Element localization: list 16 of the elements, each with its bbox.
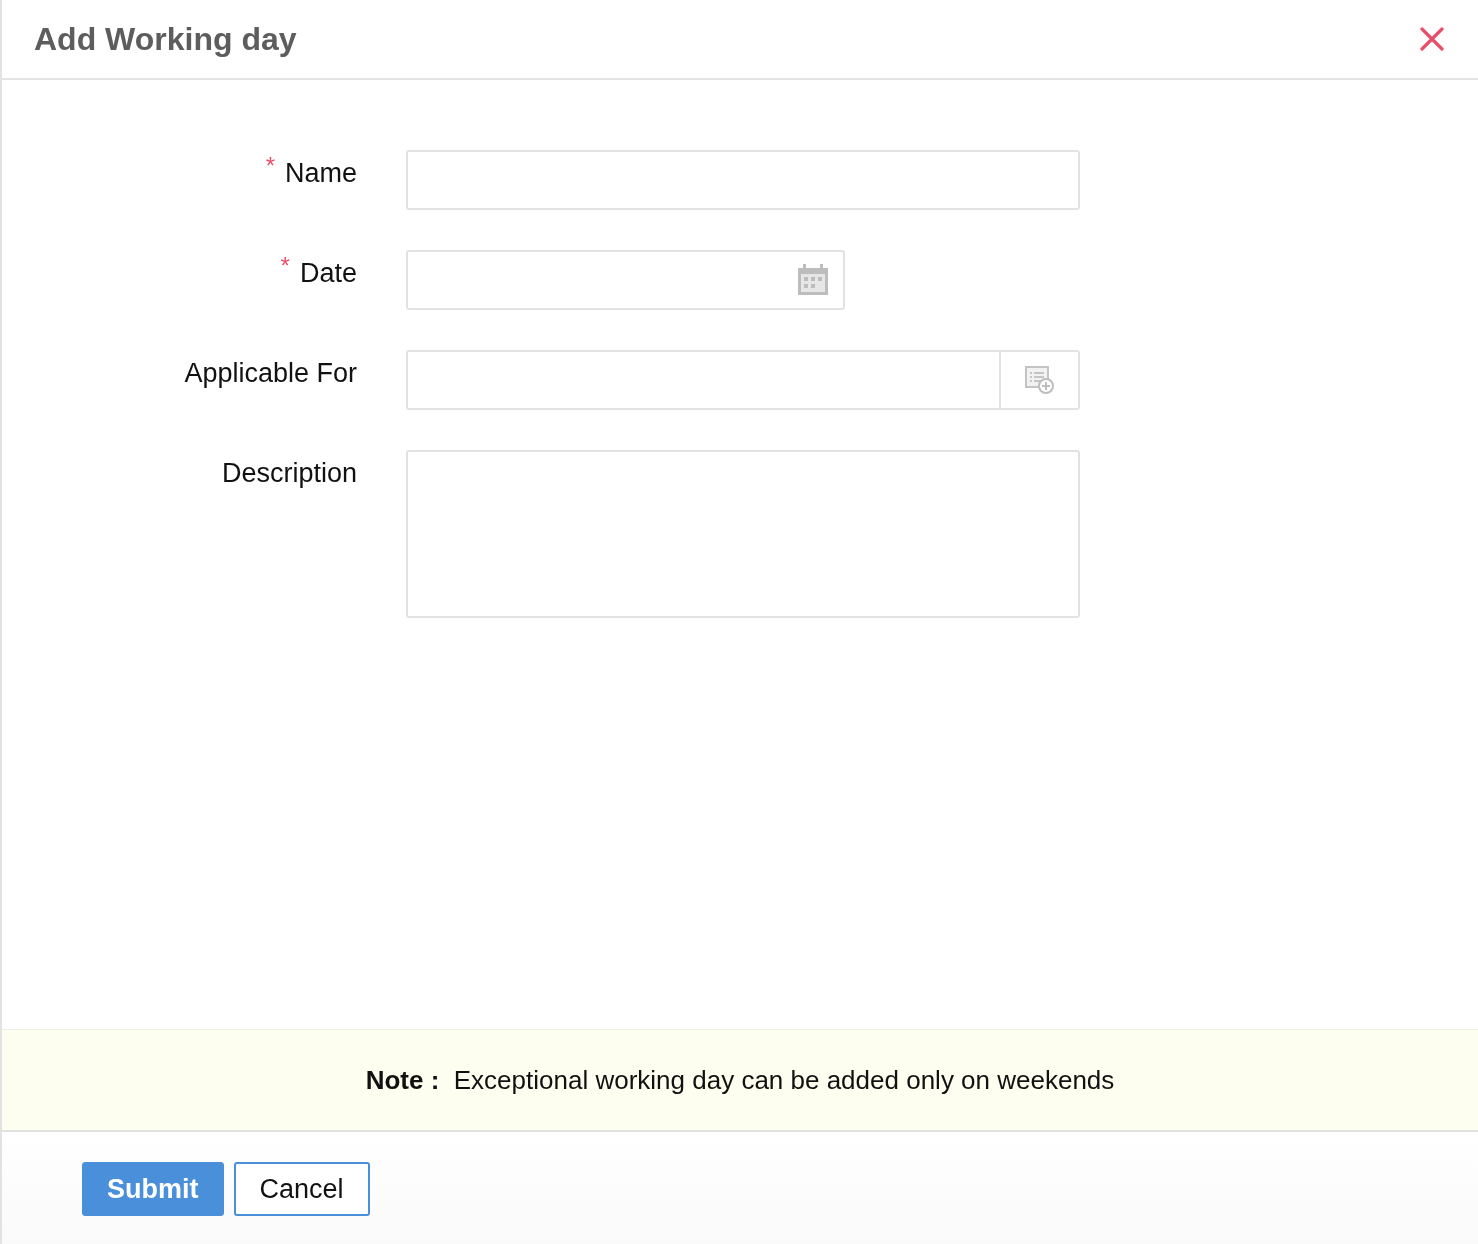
date-field[interactable]	[406, 250, 845, 310]
field-label: Applicable For	[184, 358, 357, 389]
cancel-button[interactable]: Cancel	[233, 1162, 370, 1216]
lookup-field[interactable]	[406, 350, 1080, 410]
required-mark: *	[265, 152, 275, 181]
close-icon[interactable]	[1420, 27, 1444, 51]
field-label: Name	[284, 158, 357, 189]
required-mark: *	[280, 252, 290, 281]
note-text: Note : Exceptional working day can be added only on weekends	[365, 1064, 1115, 1096]
list-add-icon[interactable]	[1024, 365, 1055, 395]
field-label: Description	[221, 458, 357, 489]
description-field[interactable]	[406, 450, 1080, 618]
field-label: Date	[299, 258, 357, 289]
calendar-icon[interactable]	[797, 264, 829, 296]
name-field[interactable]	[406, 150, 1080, 210]
dialog-title: Add Working day	[34, 20, 297, 58]
